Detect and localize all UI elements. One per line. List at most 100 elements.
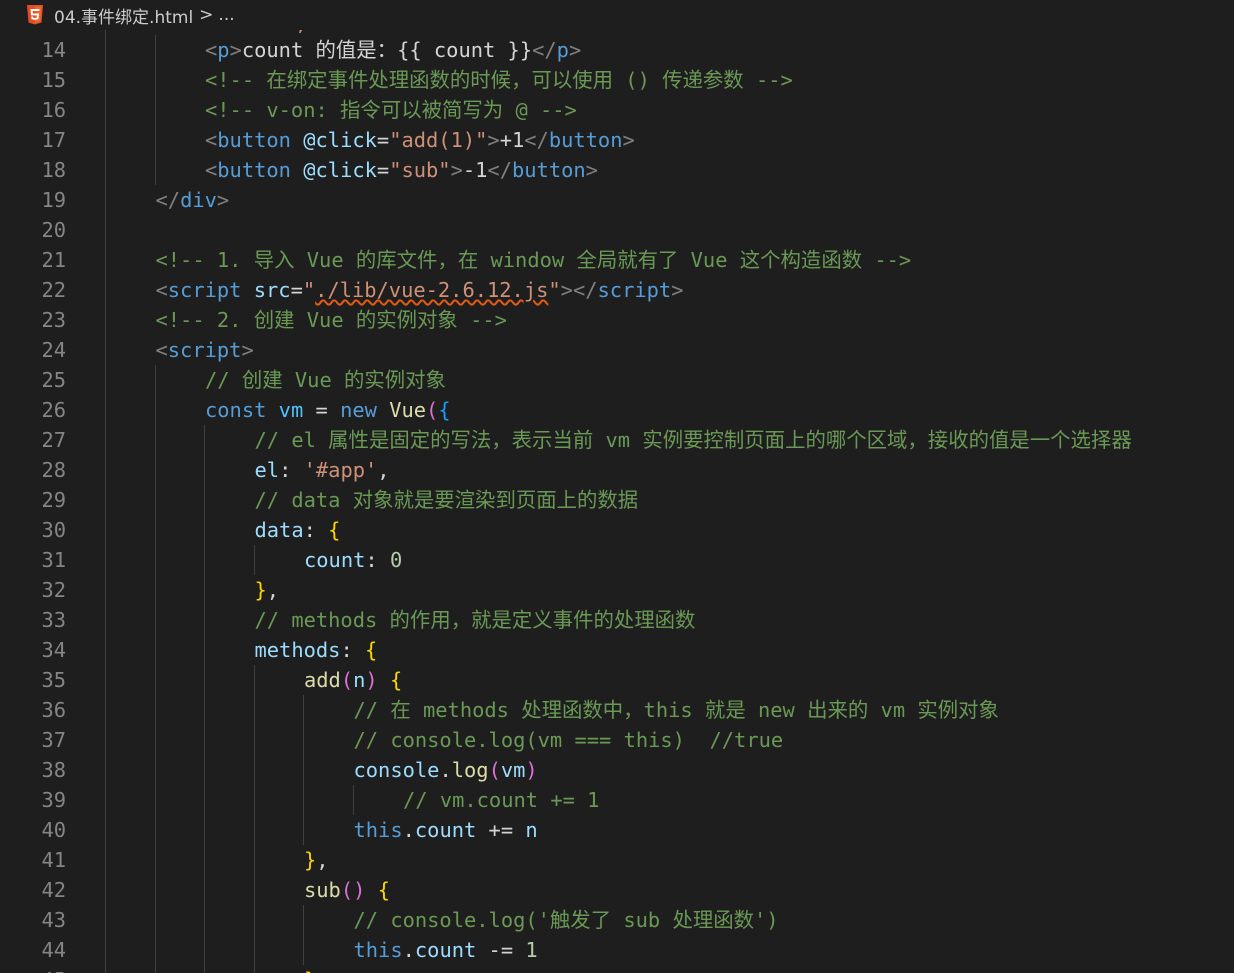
code-token: = (303, 398, 341, 422)
code-line[interactable]: 39 // vm.count += 1 (0, 785, 1234, 815)
code-line[interactable]: 38 console.log(vm) (0, 755, 1234, 785)
code-token: +1 (499, 128, 525, 152)
line-number: 20 (41, 218, 66, 242)
line-number: 16 (41, 98, 66, 122)
line-number: 31 (41, 548, 66, 572)
code-token: . (439, 758, 452, 782)
code-line[interactable]: 18 <button @click="sub">-1</button> (0, 155, 1234, 185)
code-token: // vm.count += 1 (403, 788, 600, 812)
line-number: 17 (41, 128, 66, 152)
code-text: this.count -= 1 (354, 935, 538, 965)
code-line[interactable]: 36 // 在 methods 处理函数中，this 就是 new 出来的 vm … (0, 695, 1234, 725)
code-token: count (414, 818, 477, 842)
code-text: sub() { (304, 875, 390, 905)
code-token: += (476, 818, 526, 842)
code-line[interactable]: 40 this.count += n (0, 815, 1234, 845)
code-token: log (451, 758, 489, 782)
code-text: // console.log(vm === this) //true (354, 725, 784, 755)
code-text: this.count += n (354, 815, 538, 845)
code-line[interactable]: 34 methods: { (0, 635, 1234, 665)
code-line[interactable]: 20 (0, 215, 1234, 245)
indent-guide (253, 665, 255, 973)
code-token: < (205, 38, 218, 62)
code-token: "sub" (389, 158, 451, 182)
code-line[interactable]: 16 <!-- v-on: 指令可以被简写为 @ --> (0, 95, 1234, 125)
code-token: button (511, 158, 586, 182)
code-text: <!-- v-on: 指令可以被简写为 @ --> (205, 95, 577, 125)
code-token: count (414, 938, 477, 962)
code-token: > (585, 158, 598, 182)
code-line[interactable]: 28 el: '#app', (0, 455, 1234, 485)
code-line[interactable]: 21 <!-- 1. 导入 Vue 的库文件，在 window 全局就有了 Vue… (0, 245, 1234, 275)
code-text: <button @click="add(1)">+1</button> (205, 125, 635, 155)
code-token: // methods 的作用，就是定义事件的处理函数 (254, 608, 696, 632)
code-line[interactable]: 35 add(n) { (0, 665, 1234, 695)
code-token: p (556, 38, 569, 62)
code-line[interactable]: 37 // console.log(vm === this) //true (0, 725, 1234, 755)
code-line[interactable]: 27 // el 属性是固定的写法，表示当前 vm 实例要控制页面上的哪个区域，接… (0, 425, 1234, 455)
code-line[interactable]: 41}, (0, 845, 1234, 875)
code-line[interactable]: 29 // data 对象就是要渲染到页面上的数据 (0, 485, 1234, 515)
line-number: 40 (41, 818, 66, 842)
line-number: 29 (41, 488, 66, 512)
code-token: button (217, 158, 291, 182)
code-text: // el 属性是固定的写法，表示当前 vm 实例要控制页面上的哪个区域，接收的… (255, 425, 1132, 455)
code-line[interactable]: 25 // 创建 Vue 的实例对象 (0, 365, 1234, 395)
code-text: methods: { (255, 635, 378, 665)
code-line[interactable]: 45} (0, 965, 1234, 973)
code-line[interactable]: 22 <script src="./lib/vue-2.6.12.js"></sc… (0, 275, 1234, 305)
code-text: }, (255, 575, 280, 605)
code-token: > (622, 128, 635, 152)
code-token: n (525, 818, 538, 842)
code-line[interactable]: 14 <p>count 的值是：{{ count }}</p> (0, 35, 1234, 65)
code-line[interactable]: 23 <!-- 2. 创建 Vue 的实例对象 --> (0, 305, 1234, 335)
code-line[interactable]: 24 <script> (0, 335, 1234, 365)
code-line[interactable]: 19 </div> (0, 185, 1234, 215)
code-token: } (304, 968, 316, 973)
code-token: : (303, 518, 329, 542)
line-number: 33 (41, 608, 66, 632)
code-token: ( (488, 758, 501, 782)
code-token: <!-- v-on: 指令可以被简写为 @ --> (205, 98, 577, 122)
code-token: sub (304, 878, 341, 902)
code-token: = (376, 128, 390, 152)
code-line[interactable]: 17 <button @click="add(1)">+1</button> (0, 125, 1234, 155)
line-number: 14 (41, 38, 66, 62)
code-line[interactable]: 30 data: { (0, 515, 1234, 545)
code-token: // el 属性是固定的写法，表示当前 vm 实例要控制页面上的哪个区域，接收的… (254, 428, 1132, 452)
code-line[interactable]: 43 // console.log('触发了 sub 处理函数') (0, 905, 1234, 935)
code-line[interactable]: 32}, (0, 575, 1234, 605)
line-number: 27 (41, 428, 66, 452)
code-token: "add(1)" (389, 128, 488, 152)
breadcrumb-more[interactable]: ... (218, 5, 234, 25)
code-text: // vm.count += 1 (403, 785, 599, 815)
code-line[interactable]: 15 <!-- 在绑定事件处理函数的时候，可以使用 () 传递参数 --> (0, 65, 1234, 95)
code-text: // data 对象就是要渲染到页面上的数据 (255, 485, 639, 515)
code-token: @click (303, 128, 377, 152)
line-number: 34 (41, 638, 66, 662)
code-token: div (180, 188, 217, 212)
code-text: <script> (156, 335, 254, 365)
code-line[interactable]: 44 this.count -= 1 (0, 935, 1234, 965)
code-text: console.log(vm) (354, 755, 538, 785)
code-token: // data 对象就是要渲染到页面上的数据 (254, 488, 639, 512)
indent-guide (352, 785, 354, 815)
line-number: 30 (41, 518, 66, 542)
code-line[interactable]: 26 const vm = new Vue({ (0, 395, 1234, 425)
code-text: <!-- 2. 创建 Vue 的实例对象 --> (156, 305, 507, 335)
breadcrumb-file[interactable]: 04.事件绑定.html (54, 3, 193, 28)
code-token: ( (340, 668, 354, 692)
code-line[interactable]: 33 // methods 的作用，就是定义事件的处理函数 (0, 605, 1234, 635)
code-token: : (340, 638, 365, 662)
code-line[interactable]: 42 sub() { (0, 875, 1234, 905)
code-token: // 在 methods 处理函数中，this 就是 new 出来的 vm 实例… (353, 698, 999, 722)
indent-guide (253, 545, 255, 575)
code-token: . (402, 818, 415, 842)
code-editor[interactable]: '', 14<p>count 的值是：{{ count }}</p>15<!--… (0, 30, 1234, 973)
line-number: 26 (41, 398, 66, 422)
code-line[interactable]: 31 count: 0 (0, 545, 1234, 575)
line-number: 45 (0, 965, 66, 973)
